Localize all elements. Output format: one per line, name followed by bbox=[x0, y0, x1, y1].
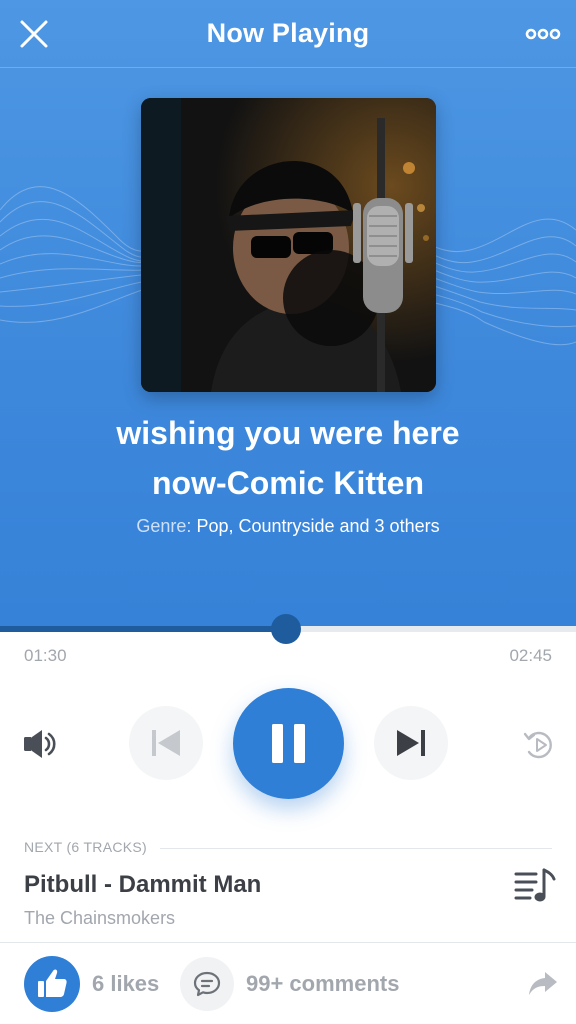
bottom-divider bbox=[0, 942, 576, 943]
elapsed-time: 01:30 bbox=[24, 646, 67, 665]
top-bar: Now Playing bbox=[0, 0, 576, 68]
page-title: Now Playing bbox=[206, 18, 370, 48]
thumbs-up-icon bbox=[38, 969, 67, 997]
genre-label: Genre: bbox=[136, 516, 192, 536]
skip-previous-icon bbox=[152, 730, 180, 756]
likes-count: 6 likes bbox=[92, 971, 160, 996]
progress-handle[interactable] bbox=[271, 614, 301, 644]
now-playing-hero: Now Playing wishing you were here now-Co… bbox=[0, 0, 576, 628]
like-button[interactable] bbox=[24, 956, 80, 1012]
comments-count[interactable]: 99+ comments bbox=[246, 971, 399, 997]
next-track-artist: The Chainsmokers bbox=[24, 908, 176, 928]
next-button[interactable] bbox=[374, 706, 448, 780]
up-next-divider bbox=[160, 848, 552, 849]
next-track-title[interactable]: Pitbull - Dammit Man bbox=[24, 871, 261, 899]
total-time: 02:45 bbox=[509, 646, 552, 665]
playlist-music-icon[interactable] bbox=[510, 864, 558, 908]
share-icon[interactable] bbox=[526, 966, 560, 1000]
genre-value[interactable]: Pop, Countryside and 3 others bbox=[196, 516, 439, 536]
play-pause-button[interactable] bbox=[233, 688, 344, 799]
song-title-line1: wishing you were here bbox=[116, 415, 460, 451]
previous-button[interactable] bbox=[129, 706, 203, 780]
song-title: wishing you were here now-Comic Kitten bbox=[20, 408, 556, 508]
up-next-label: NEXT (6 TRACKS) bbox=[24, 839, 158, 855]
progress-fill bbox=[0, 626, 287, 632]
song-title-line2: now-Comic Kitten bbox=[152, 465, 424, 501]
comment-icon bbox=[193, 971, 221, 997]
pause-icon bbox=[272, 724, 305, 763]
album-cover bbox=[141, 98, 436, 392]
comment-button[interactable] bbox=[180, 957, 234, 1011]
replay-icon[interactable] bbox=[520, 724, 560, 764]
volume-icon[interactable] bbox=[20, 724, 60, 764]
skip-next-icon bbox=[397, 730, 425, 756]
more-horizontal-icon[interactable] bbox=[524, 20, 562, 48]
genre-line: Genre: Pop, Countryside and 3 others bbox=[0, 516, 576, 537]
